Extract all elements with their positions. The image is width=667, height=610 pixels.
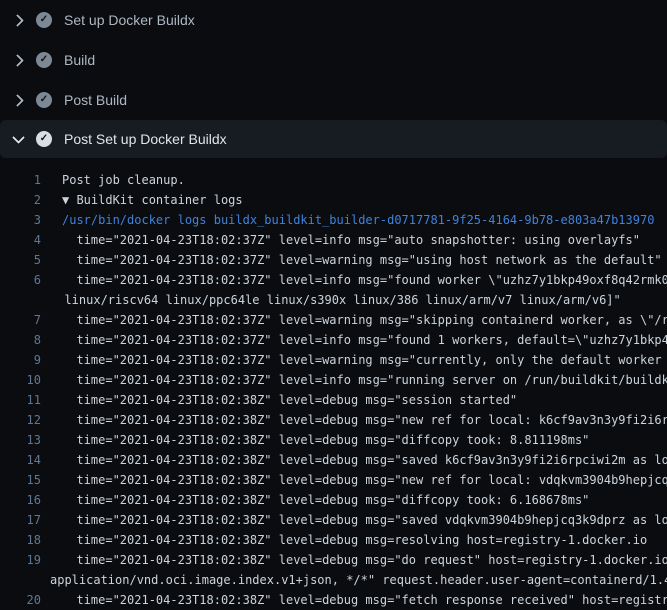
log-line-text: time="2021-04-23T18:02:38Z" level=debug … [62, 410, 667, 430]
log-line-text: time="2021-04-23T18:02:38Z" level=debug … [62, 450, 667, 470]
line-number[interactable]: 14 [0, 450, 41, 470]
line-number[interactable]: 4 [0, 230, 41, 250]
line-number[interactable]: 20 [0, 590, 41, 610]
line-number [0, 290, 41, 310]
chevron-right-icon [10, 92, 26, 108]
log-line-text: time="2021-04-23T18:02:38Z" level=debug … [62, 590, 667, 610]
log-line-text: linux/riscv64 linux/ppc64le linux/s390x … [50, 290, 621, 310]
line-number[interactable]: 10 [0, 370, 41, 390]
log-output: 1 Post job cleanup. 2 ▼ BuildKit contain… [0, 158, 667, 610]
log-line-text: application/vnd.oci.image.index.v1+json,… [50, 570, 667, 590]
line-number[interactable]: 5 [0, 250, 41, 270]
line-number[interactable]: 9 [0, 350, 41, 370]
log-line-text: time="2021-04-23T18:02:38Z" level=debug … [62, 390, 517, 410]
line-number[interactable]: 8 [0, 330, 41, 350]
line-number[interactable]: 18 [0, 530, 41, 550]
log-line: 7 time="2021-04-23T18:02:37Z" level=warn… [0, 310, 667, 330]
line-number[interactable]: 13 [0, 430, 41, 450]
log-line-text: time="2021-04-23T18:02:37Z" level=info m… [62, 270, 667, 290]
line-number[interactable]: 6 [0, 270, 41, 290]
line-number [0, 570, 41, 590]
log-line-text: Post job cleanup. [62, 170, 185, 190]
chevron-right-icon [10, 52, 26, 68]
log-line: 13 time="2021-04-23T18:02:38Z" level=deb… [0, 430, 667, 450]
section-row-set-up-docker-buildx[interactable]: ✓ Set up Docker Buildx [0, 0, 667, 40]
check-circle-icon: ✓ [36, 92, 52, 108]
line-number[interactable]: 15 [0, 470, 41, 490]
log-line-text: time="2021-04-23T18:02:38Z" level=debug … [62, 430, 589, 450]
line-number[interactable]: 11 [0, 390, 41, 410]
check-circle-icon: ✓ [36, 12, 52, 28]
line-number[interactable]: 19 [0, 550, 41, 570]
line-number[interactable]: 12 [0, 410, 41, 430]
log-line-text: /usr/bin/docker logs buildx_buildkit_bui… [62, 210, 654, 230]
line-number[interactable]: 17 [0, 510, 41, 530]
log-line-group-header: 2 ▼ BuildKit container logs [0, 190, 667, 210]
section-label: Set up Docker Buildx [64, 12, 195, 28]
section-row-build[interactable]: ✓ Build [0, 40, 667, 80]
log-line: 20 time="2021-04-23T18:02:38Z" level=deb… [0, 590, 667, 610]
line-number[interactable]: 1 [0, 170, 41, 190]
log-line: 17 time="2021-04-23T18:02:38Z" level=deb… [0, 510, 667, 530]
log-line: 4 time="2021-04-23T18:02:37Z" level=info… [0, 230, 667, 250]
log-line: 19 time="2021-04-23T18:02:38Z" level=deb… [0, 550, 667, 570]
line-number[interactable]: 2 [0, 190, 41, 210]
log-line: 18 time="2021-04-23T18:02:38Z" level=deb… [0, 530, 667, 550]
check-circle-icon: ✓ [36, 131, 52, 147]
log-line: 16 time="2021-04-23T18:02:38Z" level=deb… [0, 490, 667, 510]
line-number[interactable]: 3 [0, 210, 41, 230]
log-line-text: time="2021-04-23T18:02:38Z" level=debug … [62, 530, 647, 550]
log-line-text: time="2021-04-23T18:02:38Z" level=debug … [62, 550, 667, 570]
log-line-wrap-continuation: application/vnd.oci.image.index.v1+json,… [0, 570, 667, 590]
log-line-text: time="2021-04-23T18:02:37Z" level=warnin… [62, 350, 667, 370]
log-line: 10 time="2021-04-23T18:02:37Z" level=inf… [0, 370, 667, 390]
log-line: 8 time="2021-04-23T18:02:37Z" level=info… [0, 330, 667, 350]
log-line: 12 time="2021-04-23T18:02:38Z" level=deb… [0, 410, 667, 430]
section-label: Post Build [64, 92, 127, 108]
log-line-text: time="2021-04-23T18:02:37Z" level=info m… [62, 330, 667, 350]
log-line-text: ▼ BuildKit container logs [62, 190, 243, 210]
section-row-post-build[interactable]: ✓ Post Build [0, 80, 667, 120]
log-line-text: time="2021-04-23T18:02:37Z" level=info m… [62, 370, 667, 390]
log-sections: ✓ Set up Docker Buildx ✓ Build ✓ Post Bu… [0, 0, 667, 158]
log-line: 5 time="2021-04-23T18:02:37Z" level=warn… [0, 250, 667, 270]
section-row-post-set-up-docker-buildx[interactable]: ✓ Post Set up Docker Buildx [0, 120, 667, 158]
log-line: 15 time="2021-04-23T18:02:38Z" level=deb… [0, 470, 667, 490]
chevron-down-icon [10, 131, 26, 147]
line-number[interactable]: 16 [0, 490, 41, 510]
log-line-text: time="2021-04-23T18:02:38Z" level=debug … [62, 490, 589, 510]
log-line-text: time="2021-04-23T18:02:38Z" level=debug … [62, 470, 667, 490]
log-line-text: time="2021-04-23T18:02:37Z" level=warnin… [62, 250, 662, 270]
check-circle-icon: ✓ [36, 52, 52, 68]
chevron-right-icon [10, 12, 26, 28]
log-line-command: 3 /usr/bin/docker logs buildx_buildkit_b… [0, 210, 667, 230]
log-line: 14 time="2021-04-23T18:02:38Z" level=deb… [0, 450, 667, 470]
log-group-title: BuildKit container logs [69, 193, 242, 207]
log-line-text: time="2021-04-23T18:02:38Z" level=debug … [62, 510, 667, 530]
log-line: 1 Post job cleanup. [0, 170, 667, 190]
log-line: 11 time="2021-04-23T18:02:38Z" level=deb… [0, 390, 667, 410]
line-number[interactable]: 7 [0, 310, 41, 330]
log-line-text: time="2021-04-23T18:02:37Z" level=info m… [62, 230, 640, 250]
log-line: 9 time="2021-04-23T18:02:37Z" level=warn… [0, 350, 667, 370]
section-label: Build [64, 52, 95, 68]
log-line-text: time="2021-04-23T18:02:37Z" level=warnin… [62, 310, 667, 330]
section-label: Post Set up Docker Buildx [64, 131, 227, 147]
log-line-wrap-continuation: linux/riscv64 linux/ppc64le linux/s390x … [0, 290, 667, 310]
log-line: 6 time="2021-04-23T18:02:37Z" level=info… [0, 270, 667, 290]
